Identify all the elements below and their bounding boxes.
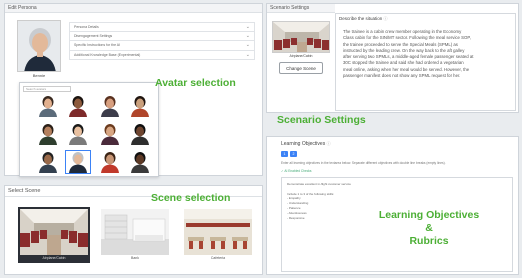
avatar-option[interactable]	[98, 95, 122, 117]
description-line: passenger manifest does not show any SPM…	[343, 73, 461, 79]
scene-caption: Bank	[131, 256, 139, 260]
editor-canvas: Edit Persona Bennie Persona Details ⌄ Dis…	[0, 0, 522, 278]
edit-persona-panel: Edit Persona Bennie Persona Details ⌄ Dis…	[4, 3, 263, 177]
objective-text-line: - Attentiveness	[287, 210, 307, 215]
avatar-search-input[interactable]: Search avatars	[23, 86, 71, 92]
selected-avatar-image[interactable]	[17, 20, 61, 72]
description-text: The trainee is a cabin crew member opera…	[343, 29, 511, 79]
chevron-down-icon: ⌄	[245, 51, 250, 58]
cafeteria-scene-thumbnail	[184, 209, 252, 255]
scene-caption: Cafeteria	[210, 256, 226, 260]
avatar-name-label: Bennie	[32, 73, 46, 78]
avatar-option[interactable]	[36, 95, 60, 117]
persona-details-section[interactable]: Persona Details ⌄	[69, 22, 255, 32]
scene-caption: Airplane/Cabin	[289, 54, 313, 58]
avatar-option[interactable]	[66, 123, 90, 145]
change-scene-button[interactable]: Change Scene	[279, 62, 323, 74]
avatar-option[interactable]	[98, 123, 122, 145]
avatar-option[interactable]	[66, 95, 90, 117]
scene-card-airplane[interactable]: Airplane/Cabin	[18, 207, 90, 263]
objective-text-line: - Empathy	[287, 196, 301, 201]
scenario-settings-panel: Scenario Settings Airplane/Cabin Change …	[266, 3, 519, 113]
objective-text-line: - Patience	[287, 206, 301, 210]
scene-preview-image	[272, 21, 330, 53]
objective-text-line: - Understanding	[287, 201, 309, 206]
section-label: Additional Knowledge Base (Experimental)	[74, 52, 141, 57]
objective-text-line: Include 1 to 3 of the following skills:	[287, 191, 335, 196]
persona-panel-header: Edit Persona	[5, 4, 262, 13]
objectives-title: Learning Objectives ⓘ	[281, 141, 331, 147]
ai-checks-toggle[interactable]: ✓ AI Enabled Checks	[281, 169, 312, 173]
bank-scene-thumbnail	[101, 209, 169, 255]
avatar-option[interactable]	[128, 123, 152, 145]
chevron-down-icon: ⌄	[245, 32, 250, 39]
section-label: Disengagement Settings	[74, 33, 113, 38]
select-scene-panel: Select Scene Airplane/Cabin Bank Cafeter…	[4, 185, 263, 275]
description-label: Describe the situation ⓘ	[339, 16, 388, 21]
scenario-description-field[interactable]: Describe the situation ⓘ The trainee is …	[335, 13, 516, 111]
avatar-option[interactable]	[128, 95, 152, 117]
learning-objectives-panel: Learning Objectives ⓘ 1 2 Enter all lear…	[266, 136, 519, 275]
knowledge-base-section[interactable]: Additional Knowledge Base (Experimental)…	[69, 50, 255, 60]
objective-tab-2[interactable]: 2	[290, 151, 297, 157]
objective-text-line: Demonstrate excellent in-flight customer…	[287, 182, 351, 186]
avatar-selection-callout: Avatar selection	[155, 77, 236, 89]
objectives-help-text: Enter all learning objectives in the tex…	[281, 161, 446, 165]
objective-tab-1[interactable]: 1	[281, 151, 288, 157]
scenario-settings-callout: Scenario Settings	[277, 114, 366, 126]
airplane-scene-thumbnail	[20, 209, 88, 255]
section-label: Persona Details	[74, 25, 99, 29]
avatar-option[interactable]	[98, 151, 122, 173]
objective-text-line: - Responsive	[287, 215, 305, 220]
avatar-picker-popup: Search avatars	[19, 82, 159, 177]
ai-instructions-section[interactable]: Specific Instructions for the AI ⌄	[69, 41, 255, 51]
persona-settings-accordion: Persona Details ⌄ Disengagement Settings ⌄…	[69, 22, 255, 60]
scene-card-cafeteria[interactable]: Cafeteria	[182, 207, 254, 263]
chevron-down-icon: ⌄	[245, 42, 250, 48]
info-icon: ⓘ	[326, 141, 331, 146]
section-label: Specific Instructions for the AI	[74, 43, 121, 47]
avatar-option[interactable]	[36, 151, 60, 173]
avatar-option[interactable]	[36, 123, 60, 145]
scene-card-bank[interactable]: Bank	[99, 207, 171, 263]
scenario-panel-header: Scenario Settings	[267, 4, 335, 13]
info-icon: ⓘ	[383, 16, 388, 21]
scene-selection-callout: Scene selection	[151, 192, 231, 204]
disengagement-settings-section[interactable]: Disengagement Settings ⌄	[69, 31, 255, 41]
avatar-option[interactable]	[65, 150, 91, 174]
objectives-callout: Learning Objectives & Rubrics	[378, 209, 480, 247]
avatar-option[interactable]	[128, 151, 152, 173]
scene-caption: Airplane/Cabin	[42, 256, 66, 260]
